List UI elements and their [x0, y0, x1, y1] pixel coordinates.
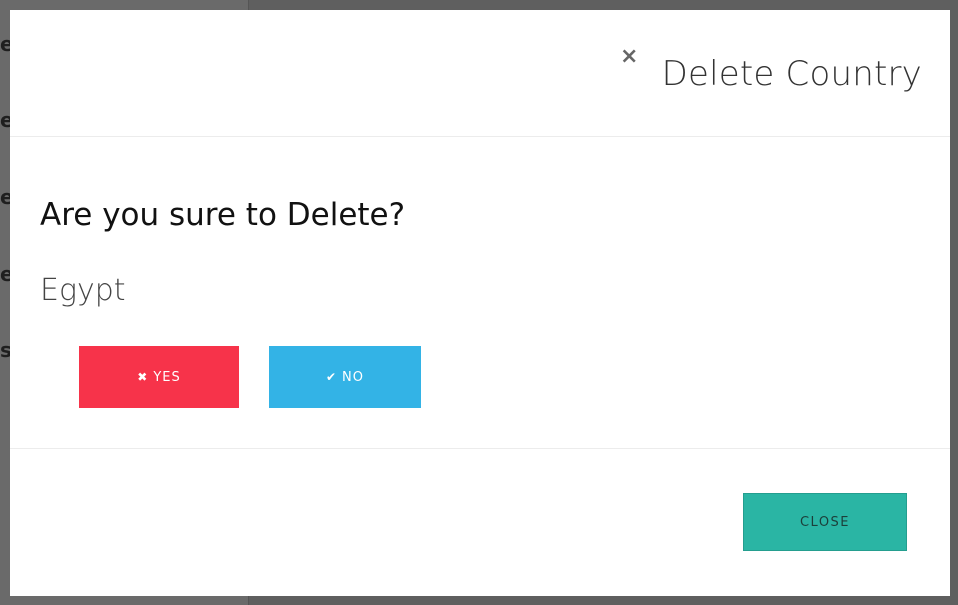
close-icon[interactable]: × — [620, 46, 638, 68]
modal-body: Are you sure to Delete? Egypt ✖ YES ✔ NO — [10, 137, 950, 449]
no-button[interactable]: ✔ NO — [269, 346, 421, 408]
check-icon: ✔ — [325, 370, 338, 384]
yes-button-label: YES — [153, 369, 181, 385]
country-name: Egypt — [40, 273, 126, 308]
modal-header: × Delete Country — [10, 10, 950, 137]
times-icon: ✖ — [137, 370, 149, 384]
close-button[interactable]: CLOSE — [743, 493, 907, 551]
modal-title: Delete Country — [661, 54, 922, 94]
yes-button[interactable]: ✖ YES — [79, 346, 239, 408]
no-button-label: NO — [342, 369, 365, 385]
confirmation-question: Are you sure to Delete? — [40, 197, 406, 233]
delete-country-modal: × Delete Country Are you sure to Delete?… — [10, 10, 950, 596]
